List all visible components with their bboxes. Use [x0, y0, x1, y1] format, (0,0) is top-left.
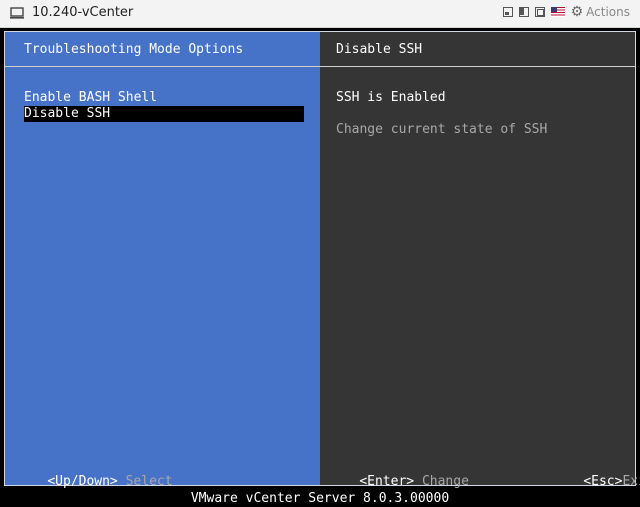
footer-key-up-down: <Up/Down> — [47, 474, 118, 489]
header-separator — [4, 66, 636, 67]
monitor-icon — [10, 6, 24, 19]
gear-icon: ⚙ — [570, 4, 584, 20]
footer-action-change: Change — [421, 474, 469, 489]
menu-item-disable-ssh[interactable]: Disable SSH — [24, 106, 304, 122]
footer-action-exit: Exit — [622, 474, 640, 489]
window-mode-1-icon[interactable] — [502, 7, 513, 17]
ssh-state-text: SSH is Enabled — [336, 90, 446, 105]
status-bar-text: VMware vCenter Server 8.0.3.00000 — [190, 491, 450, 506]
us-flag-icon[interactable] — [550, 7, 565, 17]
dcui-console[interactable]: Troubleshooting Mode Options Disable SSH… — [0, 28, 640, 490]
window-titlebar: 10.240-vCenter ⚙ Actions — [0, 0, 640, 28]
options-header: Troubleshooting Mode Options — [24, 42, 244, 57]
titlebar-left: 10.240-vCenter — [10, 5, 133, 20]
window-title: 10.240-vCenter — [32, 5, 134, 20]
ssh-description: Change current state of SSH — [336, 122, 548, 137]
footer-key-esc: <Esc> — [583, 474, 623, 489]
footer-action-select: Select — [125, 474, 173, 489]
footer-key-enter: <Enter> — [359, 474, 415, 489]
details-header: Disable SSH — [336, 42, 423, 57]
menu-item-enable-bash-shell[interactable]: Enable BASH Shell — [24, 90, 157, 106]
window-mode-3-icon[interactable] — [534, 7, 545, 17]
actions-menu[interactable]: ⚙ Actions — [571, 5, 630, 19]
actions-label: Actions — [586, 5, 630, 19]
window-mode-2-icon[interactable] — [518, 7, 529, 17]
status-bar: VMware vCenter Server 8.0.3.00000 — [0, 490, 640, 507]
titlebar-right: ⚙ Actions — [502, 5, 630, 19]
